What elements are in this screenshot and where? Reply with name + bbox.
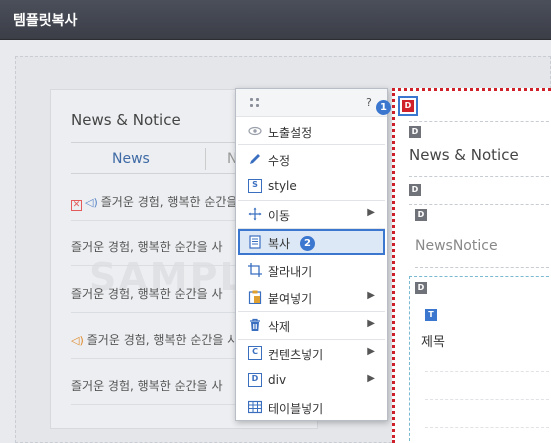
guide-line xyxy=(409,176,551,177)
menu-item-paste[interactable]: 붙여넣기 ▶ xyxy=(238,284,385,310)
window-title: 템플릿복사 xyxy=(13,13,78,29)
move-icon xyxy=(248,207,262,221)
preview-heading: News & Notice xyxy=(71,111,181,129)
list-item-text: 즐거운 경험, 행복한 순간을 사 xyxy=(71,287,223,301)
chevron-right-icon: ▶ xyxy=(367,290,375,301)
tab-divider xyxy=(205,148,206,170)
menu-item-label: 이동 xyxy=(268,209,291,223)
crop-icon xyxy=(248,263,262,277)
menu-item-delete[interactable]: 삭제 ▶ xyxy=(238,312,385,338)
div-tag-icon[interactable]: D xyxy=(415,209,427,221)
menu-divider xyxy=(238,144,385,145)
menu-item-label: div xyxy=(268,373,287,387)
guide-line xyxy=(425,371,551,372)
content-icon: C xyxy=(248,346,262,360)
menu-item-insert-table[interactable]: 테이블넣기 xyxy=(238,394,385,420)
context-menu: ? 1 노출설정 수정 S style 이동 ▶ 복사 2 잘라내기 붙여넣기 … xyxy=(235,88,391,421)
copy-icon xyxy=(249,235,261,249)
component-name: NewsNotice xyxy=(415,238,498,254)
menu-header: ? xyxy=(236,89,387,117)
drag-handle-icon[interactable] xyxy=(250,98,262,108)
step-number: 1 xyxy=(376,100,391,115)
list-item-text: 즐거운 경험, 행복한 순간을 사 xyxy=(86,333,239,347)
menu-item-label: 테이블넣기 xyxy=(268,402,324,416)
guide-line xyxy=(425,399,551,400)
speaker-icon: ◁) xyxy=(85,196,98,209)
menu-item-label: 잘라내기 xyxy=(268,265,313,279)
menu-item-div[interactable]: D div ▶ xyxy=(238,367,385,393)
list-item-text: 즐거운 경험, 행복한 순간을 사 xyxy=(71,240,223,254)
menu-item-label: 컨텐츠넣기 xyxy=(268,348,324,362)
menu-item-label: 삭제 xyxy=(268,320,291,334)
step-badge: 2 xyxy=(300,235,315,251)
menu-item-edit[interactable]: 수정 xyxy=(238,146,385,172)
speaker-icon: ◁) xyxy=(71,334,84,347)
chevron-right-icon: ▶ xyxy=(367,318,375,329)
style-icon: S xyxy=(248,179,262,193)
div-tag-icon[interactable]: D xyxy=(409,126,421,138)
menu-item-label: 붙여넣기 xyxy=(268,292,313,306)
chevron-right-icon: ▶ xyxy=(367,346,375,357)
tab-news[interactable]: News xyxy=(112,151,150,167)
trash-icon xyxy=(250,318,260,331)
component-panel: D D News & Notice D D NewsNotice D T 제목 xyxy=(392,88,551,443)
guide-line xyxy=(409,121,551,122)
guide-line xyxy=(409,204,551,205)
menu-item-style[interactable]: S style xyxy=(238,173,385,199)
menu-item-label: 수정 xyxy=(268,154,291,168)
menu-item-label: 복사 xyxy=(268,237,291,251)
list-item-text: 즐거운 경험, 행복한 순간을 사 xyxy=(71,379,223,393)
component-title: News & Notice xyxy=(409,146,519,164)
chevron-right-icon: ▶ xyxy=(367,207,375,218)
table-icon xyxy=(248,400,262,414)
menu-item-label: style xyxy=(268,179,297,193)
div-tag-icon[interactable]: D xyxy=(402,100,414,112)
menu-item-visibility[interactable]: 노출설정 xyxy=(238,118,385,144)
menu-item-label: 노출설정 xyxy=(268,126,313,140)
eye-icon xyxy=(248,126,262,136)
close-box-icon: ✕ xyxy=(71,200,82,211)
chevron-right-icon: ▶ xyxy=(367,373,375,384)
list-item-text: 즐거운 경험, 행복한 순간을 사 xyxy=(100,195,253,209)
help-icon[interactable]: ? xyxy=(366,96,372,109)
div-tag-icon[interactable]: D xyxy=(409,184,421,196)
component-subtitle: 제목 xyxy=(421,335,445,350)
div-tag-icon[interactable]: D xyxy=(415,282,427,294)
paste-icon xyxy=(248,290,262,304)
guide-line xyxy=(415,267,551,268)
title-bar: 템플릿복사 xyxy=(0,0,551,40)
step-number: 2 xyxy=(300,236,315,251)
step-badge: 1 xyxy=(376,95,391,115)
menu-item-cut[interactable]: 잘라내기 xyxy=(238,257,385,283)
menu-item-copy[interactable]: 복사 2 xyxy=(238,229,385,255)
guide-line xyxy=(425,427,551,428)
pencil-icon xyxy=(250,154,260,164)
div-icon: D xyxy=(248,373,262,387)
menu-item-move[interactable]: 이동 ▶ xyxy=(238,201,385,227)
text-tag-icon[interactable]: T xyxy=(425,309,437,321)
menu-item-insert-content[interactable]: C 컨텐츠넣기 ▶ xyxy=(238,340,385,366)
inner-container xyxy=(409,276,551,443)
